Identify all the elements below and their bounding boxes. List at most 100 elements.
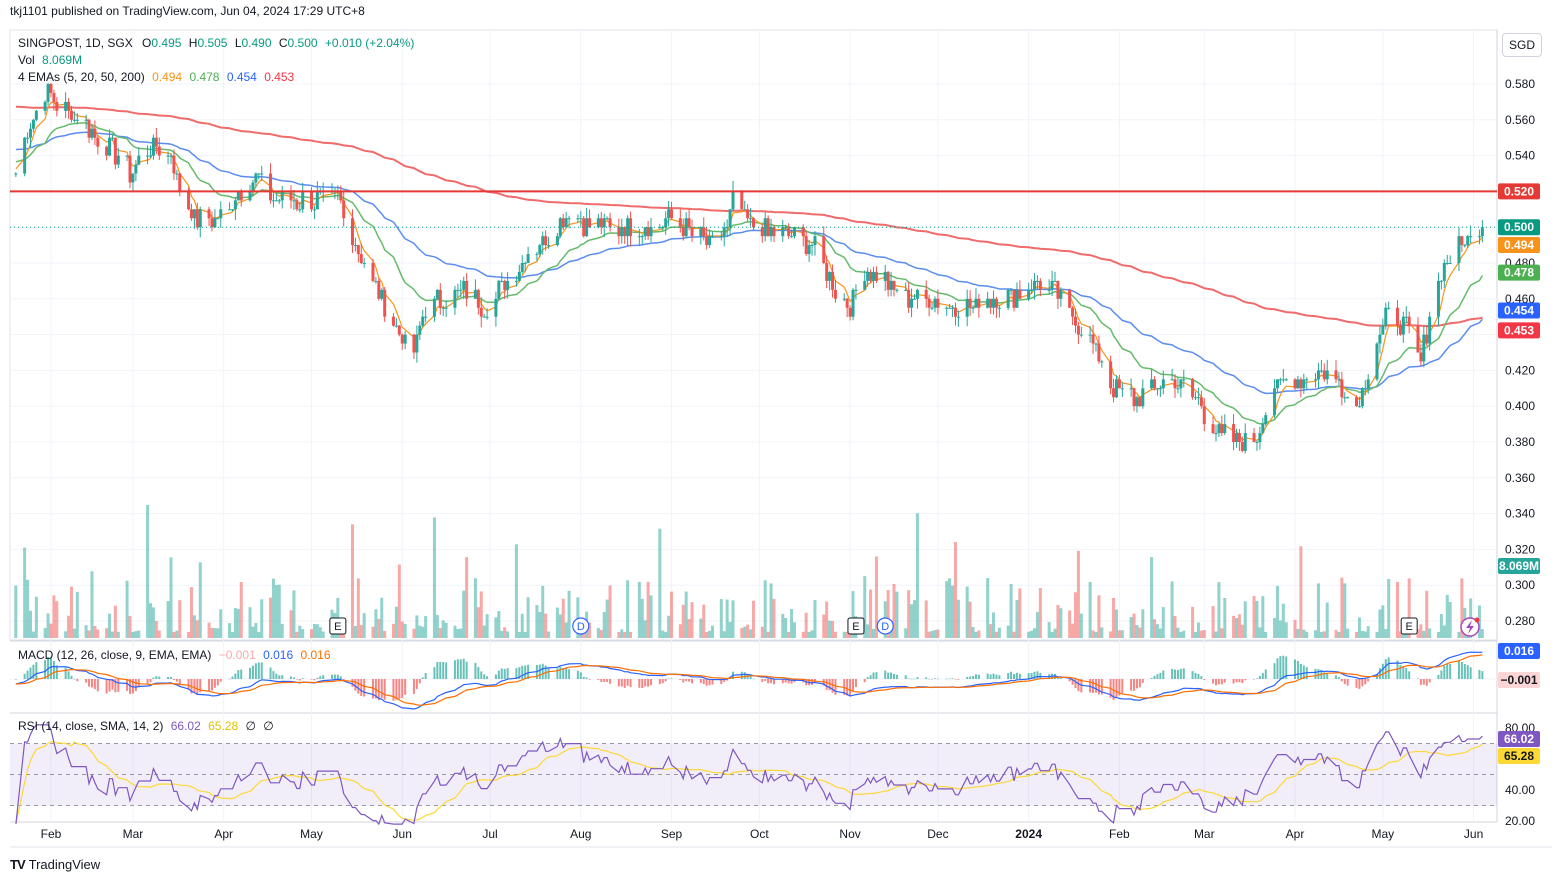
volume-bar (269, 597, 273, 638)
rsi-label[interactable]: RSI (14, close, SMA, 14, 2) (18, 719, 163, 733)
macd-hist-bar (849, 679, 852, 697)
macd-hist-bar (1153, 675, 1156, 679)
volume-bar (801, 631, 805, 638)
candle (397, 325, 401, 335)
currency-button[interactable]: SGD (1502, 33, 1542, 57)
candle (359, 254, 363, 263)
candle (105, 146, 109, 156)
tradingview-brand[interactable]: TV TradingView (10, 857, 100, 872)
macd-hist-bar (1138, 679, 1141, 688)
time-tick-label: Aug (570, 827, 591, 841)
volume-bar (535, 605, 539, 638)
volume-bar (1299, 546, 1303, 638)
candle (538, 245, 542, 255)
candle (298, 209, 302, 211)
candle (383, 289, 387, 317)
macd-hist-bar (1443, 665, 1446, 679)
volume-bar (1114, 609, 1118, 638)
volume-bar (649, 595, 653, 638)
ema20-value: 0.478 (189, 70, 220, 84)
volume-bar (189, 587, 193, 638)
brand-text: TradingView (28, 857, 101, 872)
volume-bar (312, 624, 316, 638)
volume-price-label: 8.069M (1498, 558, 1540, 574)
candle (1030, 289, 1034, 291)
macd-hist-bar (1059, 677, 1062, 679)
volume-bar (1047, 622, 1051, 638)
macd-hist-bar (1384, 659, 1387, 679)
volume-label[interactable]: Vol (18, 53, 35, 67)
macd-hist-bar (290, 676, 293, 679)
volume-bar (28, 610, 32, 638)
volume-bar (1094, 631, 1098, 638)
macd-hist-bar (278, 675, 281, 679)
macd-hist-bar (931, 679, 934, 680)
volume-bar (728, 621, 732, 638)
volume-bar (1252, 595, 1256, 638)
macd-hist-bar (240, 669, 243, 679)
macd-hist-bar (854, 679, 857, 687)
candle (649, 227, 653, 237)
volume-bar (956, 599, 960, 638)
ema-label[interactable]: 4 EMAs (5, 20, 50, 200) (18, 70, 145, 84)
volume-bar (1194, 631, 1198, 638)
volume-bar (997, 627, 1001, 638)
macd-hist-bar (1264, 669, 1267, 679)
volume-bar (1334, 629, 1338, 638)
candle (1237, 433, 1241, 442)
rsi-value: 66.02 (170, 719, 201, 733)
candle (555, 236, 559, 246)
symbol-label[interactable]: SINGPOST, 1D, SGX (18, 36, 133, 50)
candle (377, 280, 381, 299)
candle (833, 289, 837, 299)
candle (813, 236, 817, 246)
chart-area[interactable]: 0.5800.5600.5400.5200.5000.4800.4600.440… (0, 0, 1565, 883)
macd-hist-bar (412, 679, 415, 694)
macd-hist-bar (483, 674, 486, 679)
volume-bar (1129, 617, 1133, 638)
macd-hist-bar (957, 679, 960, 680)
rsi-pane[interactable]: 80.0060.0040.0020.00 (10, 721, 1535, 828)
candle (567, 218, 571, 220)
macd-hist-bar (90, 679, 93, 688)
candle (497, 280, 501, 299)
chart-svg[interactable]: 0.5800.5600.5400.5200.5000.4800.4600.440… (0, 0, 1565, 883)
macd-hist-bar (629, 679, 632, 688)
candle (670, 209, 674, 219)
candle (178, 173, 182, 192)
volume-bar (1281, 603, 1285, 638)
macd-label[interactable]: MACD (12, 26, close, 9, EMA, EMA) (18, 648, 211, 662)
volume-bar (810, 630, 814, 638)
macd-hist-bar (890, 672, 893, 679)
candle (1460, 236, 1464, 246)
candle (588, 218, 592, 228)
macd-hist-bar (568, 669, 571, 679)
volume-bar (1199, 630, 1203, 638)
candle (547, 245, 551, 247)
volume-bar (380, 597, 384, 638)
macd-hist-bar (670, 678, 673, 679)
volume-bar (239, 582, 243, 638)
candle (134, 164, 138, 174)
macd-hist-bar (524, 665, 527, 679)
candle (503, 280, 507, 290)
volume-bar (1448, 601, 1452, 638)
macd-hist-price-label: −0.001 (1498, 672, 1540, 688)
candle (1436, 280, 1440, 317)
macd-hist-bar (1478, 669, 1481, 679)
candle (479, 307, 483, 317)
candle (974, 298, 978, 308)
volume-bar (678, 624, 682, 638)
time-tick-label: Jun (1464, 827, 1483, 841)
volume-bar (456, 629, 460, 638)
candle (257, 173, 261, 175)
candle (579, 218, 583, 220)
volume-bar (187, 631, 191, 638)
candle (1252, 433, 1256, 442)
candle (1275, 379, 1279, 389)
ema5-line (15, 101, 1483, 442)
time-axis[interactable]: Feb Mar Apr May Jun Jul Aug Sep Oct Nov Dec 2024 Feb… (41, 827, 1484, 841)
candle (339, 191, 343, 201)
volume-bar (599, 629, 603, 638)
price-axis[interactable]: 0.5800.5600.5400.5200.5000.4800.4600.440… (1505, 77, 1535, 628)
